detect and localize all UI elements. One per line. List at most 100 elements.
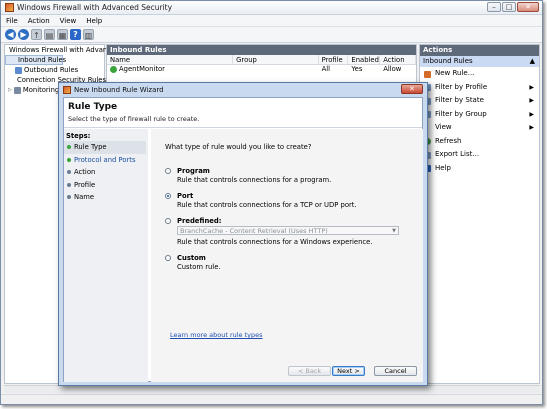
- step-rule-type: Rule Type: [64, 141, 146, 154]
- menu-view[interactable]: View: [60, 17, 77, 25]
- rule-profile: All: [321, 65, 331, 73]
- option-label: Port: [177, 192, 194, 200]
- tree-item-inbound-rules[interactable]: Inbound Rules: [5, 55, 67, 65]
- action-label: View: [435, 123, 452, 131]
- actions-pane: Actions Inbound Rules ▲ New Rule... Filt…: [419, 44, 540, 384]
- back-icon[interactable]: ◀: [5, 29, 16, 40]
- predefined-select-value: BranchCache - Content Retrieval (Uses HT…: [180, 227, 328, 235]
- action-filter-by-profile[interactable]: Filter by Profile ▶: [420, 81, 539, 95]
- show-hide-action-pane-icon[interactable]: ▥: [83, 29, 94, 40]
- cancel-button[interactable]: Cancel: [374, 366, 417, 376]
- wizard-body: Rule Type Select the type of firewall ru…: [63, 97, 423, 382]
- properties-icon[interactable]: ▦: [57, 29, 68, 40]
- column-name[interactable]: Name: [107, 55, 234, 64]
- action-label: Export List...: [435, 150, 480, 158]
- tree-root[interactable]: Windows Firewall with Advance: [5, 45, 115, 55]
- wizard-title: New Inbound Rule Wizard: [74, 85, 164, 94]
- wizard-content: What type of rule would you like to crea…: [151, 129, 423, 382]
- row-name-cell: AgentMonitor: [107, 65, 233, 74]
- action-label: Filter by Profile: [435, 82, 488, 91]
- menu-bar: File Action View Help: [1, 15, 542, 27]
- wizard-close-button[interactable]: ✕: [401, 84, 423, 94]
- actions-section-label: Inbound Rules: [423, 57, 473, 65]
- option-description: Custom rule.: [177, 263, 221, 271]
- allow-rule-icon: [110, 66, 117, 73]
- expand-arrow-icon[interactable]: ▷: [8, 85, 12, 95]
- step-profile: Profile: [64, 179, 148, 192]
- learn-more-link[interactable]: Learn more about rule types: [170, 331, 263, 339]
- window-controls: – □ ✕: [487, 2, 539, 12]
- action-label: New Rule...: [435, 69, 475, 77]
- option-label: Program: [177, 167, 210, 175]
- wizard-app-icon: [63, 85, 71, 94]
- step-label: Rule Type: [74, 143, 107, 151]
- tree-root-label: Windows Firewall with Advance: [9, 46, 116, 54]
- step-protocol-and-ports[interactable]: Protocol and Ports: [64, 154, 148, 167]
- predefined-select[interactable]: BranchCache - Content Retrieval (Uses HT…: [177, 226, 399, 235]
- back-button[interactable]: < Back: [288, 366, 331, 376]
- wizard-heading: Rule Type: [68, 102, 118, 112]
- rules-pane-title: Inbound Rules: [107, 45, 416, 55]
- step-label: Protocol and Ports: [74, 155, 136, 164]
- step-dot-icon: [67, 157, 71, 162]
- minimize-button[interactable]: –: [487, 2, 501, 12]
- rule-group: [233, 65, 318, 74]
- close-button[interactable]: ✕: [517, 2, 539, 12]
- title-bar: Windows Firewall with Advanced Security …: [1, 1, 542, 15]
- tree-item-outbound-rules[interactable]: Outbound Rules: [5, 65, 104, 75]
- custom-radio[interactable]: [165, 255, 171, 261]
- firewall-app-icon: [5, 3, 14, 12]
- action-help[interactable]: Help: [420, 162, 539, 176]
- menu-action[interactable]: Action: [28, 17, 50, 25]
- show-hide-tree-icon[interactable]: ▤: [44, 29, 55, 40]
- step-name: Name: [64, 191, 148, 204]
- menu-help[interactable]: Help: [86, 17, 102, 25]
- rule-name: AgentMonitor: [119, 65, 165, 73]
- maximize-button[interactable]: □: [502, 2, 516, 12]
- action-new-rule[interactable]: New Rule...: [420, 67, 539, 81]
- steps-label: Steps:: [66, 132, 91, 140]
- next-button[interactable]: Next >: [332, 366, 365, 376]
- predefined-radio[interactable]: [165, 218, 171, 224]
- step-dot-icon: [67, 182, 71, 187]
- horizontal-scrollbar[interactable]: [4, 385, 540, 393]
- column-action[interactable]: Action: [380, 55, 417, 64]
- action-filter-by-state[interactable]: Filter by State ▶: [420, 94, 539, 108]
- step-action: Action: [64, 166, 148, 179]
- up-icon[interactable]: ↑: [31, 29, 42, 40]
- actions-title: Actions: [420, 45, 539, 56]
- action-label: Filter by State: [435, 96, 484, 104]
- port-radio[interactable]: [165, 193, 171, 199]
- action-export-list[interactable]: Export List...: [420, 148, 539, 162]
- option-description: Rule that controls connections for a Win…: [177, 238, 373, 246]
- submenu-arrow-icon: ▶: [529, 83, 534, 91]
- wizard-title-bar: New Inbound Rule Wizard: [59, 83, 427, 96]
- step-label: Action: [74, 168, 96, 176]
- option-label: Custom: [177, 254, 206, 262]
- action-view[interactable]: View ▶: [420, 121, 539, 135]
- new-rule-icon: [424, 70, 431, 78]
- table-row[interactable]: AgentMonitor All Yes Allow: [107, 65, 416, 74]
- column-group[interactable]: Group: [233, 55, 319, 64]
- forward-icon[interactable]: ▶: [18, 29, 29, 40]
- tree-item-label: Inbound Rules: [18, 56, 67, 64]
- action-filter-by-group[interactable]: Filter by Group ▶: [420, 108, 539, 122]
- column-headers: Name Group Profile Enabled Action: [107, 55, 417, 65]
- program-radio[interactable]: [165, 168, 171, 174]
- window-title: Windows Firewall with Advanced Security: [17, 3, 173, 12]
- column-profile[interactable]: Profile: [319, 55, 349, 64]
- submenu-arrow-icon: ▶: [529, 110, 534, 118]
- action-refresh[interactable]: Refresh: [420, 135, 539, 149]
- new-inbound-rule-wizard: New Inbound Rule Wizard ✕ Rule Type Sele…: [58, 82, 428, 386]
- actions-section-inbound-rules[interactable]: Inbound Rules ▲: [420, 56, 539, 67]
- help-icon[interactable]: ?: [70, 29, 81, 40]
- step-dot-icon: [67, 195, 71, 199]
- chevron-down-icon: ▼: [392, 228, 396, 234]
- menu-file[interactable]: File: [6, 17, 18, 25]
- submenu-arrow-icon: ▶: [529, 124, 534, 131]
- action-label: Help: [435, 163, 451, 172]
- column-enabled[interactable]: Enabled: [348, 55, 381, 64]
- option-description: Rule that controls connections for a pro…: [177, 176, 332, 184]
- tree-item-label: Monitoring: [22, 86, 60, 94]
- collapse-arrow-icon[interactable]: ▲: [530, 56, 535, 67]
